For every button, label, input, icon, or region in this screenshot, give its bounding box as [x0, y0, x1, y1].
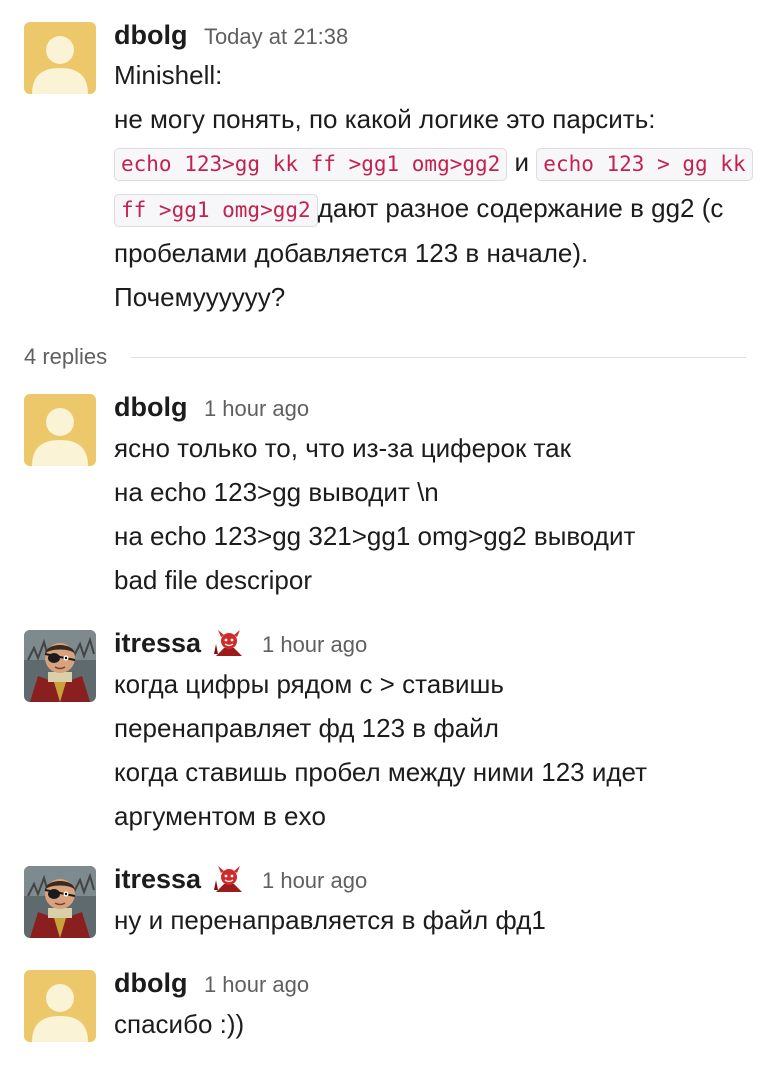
message-line: когда цифры рядом с > ставишь	[114, 669, 504, 699]
message-line: Minishell:	[114, 60, 223, 90]
message-line: спасибо :))	[114, 1009, 245, 1039]
message-line: не могу понять, по какой логике это парс…	[114, 103, 656, 134]
message-author[interactable]: dbolg	[114, 392, 187, 422]
message-timestamp[interactable]: 1 hour ago	[204, 972, 309, 997]
character-portrait-icon	[24, 866, 96, 938]
message-author[interactable]: dbolg	[114, 968, 187, 998]
message-body: спасибо :))	[114, 1002, 766, 1046]
message-author[interactable]: itressa	[114, 864, 201, 894]
inline-code: echo 123>gg kk ff >gg1 omg>gg2	[114, 148, 508, 181]
message-timestamp[interactable]: 1 hour ago	[262, 868, 367, 893]
message-author[interactable]: itressa	[114, 628, 201, 658]
user-avatar-default[interactable]	[24, 970, 96, 1042]
thread-replies-divider: 4 replies	[24, 340, 746, 374]
message-line: ну и перенаправляется в файл фд1	[114, 905, 546, 935]
character-portrait-icon	[24, 630, 96, 702]
message-timestamp[interactable]: 1 hour ago	[262, 632, 367, 657]
message-timestamp[interactable]: Today at 21:38	[204, 24, 348, 49]
default-avatar-icon	[24, 970, 96, 1042]
default-avatar-icon	[24, 22, 96, 94]
devil-emoji-icon[interactable]	[212, 628, 246, 658]
message-body: когда цифры рядом с > ставишь перенаправ…	[114, 662, 766, 838]
message-line: bad file descripor	[114, 565, 312, 595]
user-avatar-photo[interactable]	[24, 630, 96, 702]
message-body: ну и перенаправляется в файл фд1	[114, 898, 766, 942]
user-avatar-photo[interactable]	[24, 866, 96, 938]
user-avatar-default[interactable]	[24, 394, 96, 466]
divider-line	[131, 356, 746, 358]
message-body: Minishell: не могу понять, по какой логи…	[114, 54, 766, 319]
message-line: ясно только то, что из-за циферок так	[114, 433, 572, 463]
message-line: перенаправляет фд 123 в файл	[114, 713, 499, 743]
message-connector-text: и	[514, 147, 530, 177]
message-text-block: echo 123>gg kk ff >gg1 omg>gg2 и echo 12…	[114, 141, 766, 319]
message-timestamp[interactable]: 1 hour ago	[204, 396, 309, 421]
message-body: ясно только то, что из-за циферок так на…	[114, 426, 766, 602]
message-line: аргументом в exo	[114, 801, 326, 831]
message-author[interactable]: dbolg	[114, 20, 187, 50]
default-avatar-icon	[24, 394, 96, 466]
user-avatar-default[interactable]	[24, 22, 96, 94]
devil-emoji-icon[interactable]	[212, 864, 246, 894]
replies-count[interactable]: 4 replies	[24, 344, 107, 370]
message-line: на echo 123>gg 321>gg1 omg>gg2 выводит	[114, 521, 636, 551]
message-line: на echo 123>gg выводит \n	[114, 477, 439, 507]
message-line: когда ставишь пробел между ними 123 идет	[114, 757, 648, 787]
